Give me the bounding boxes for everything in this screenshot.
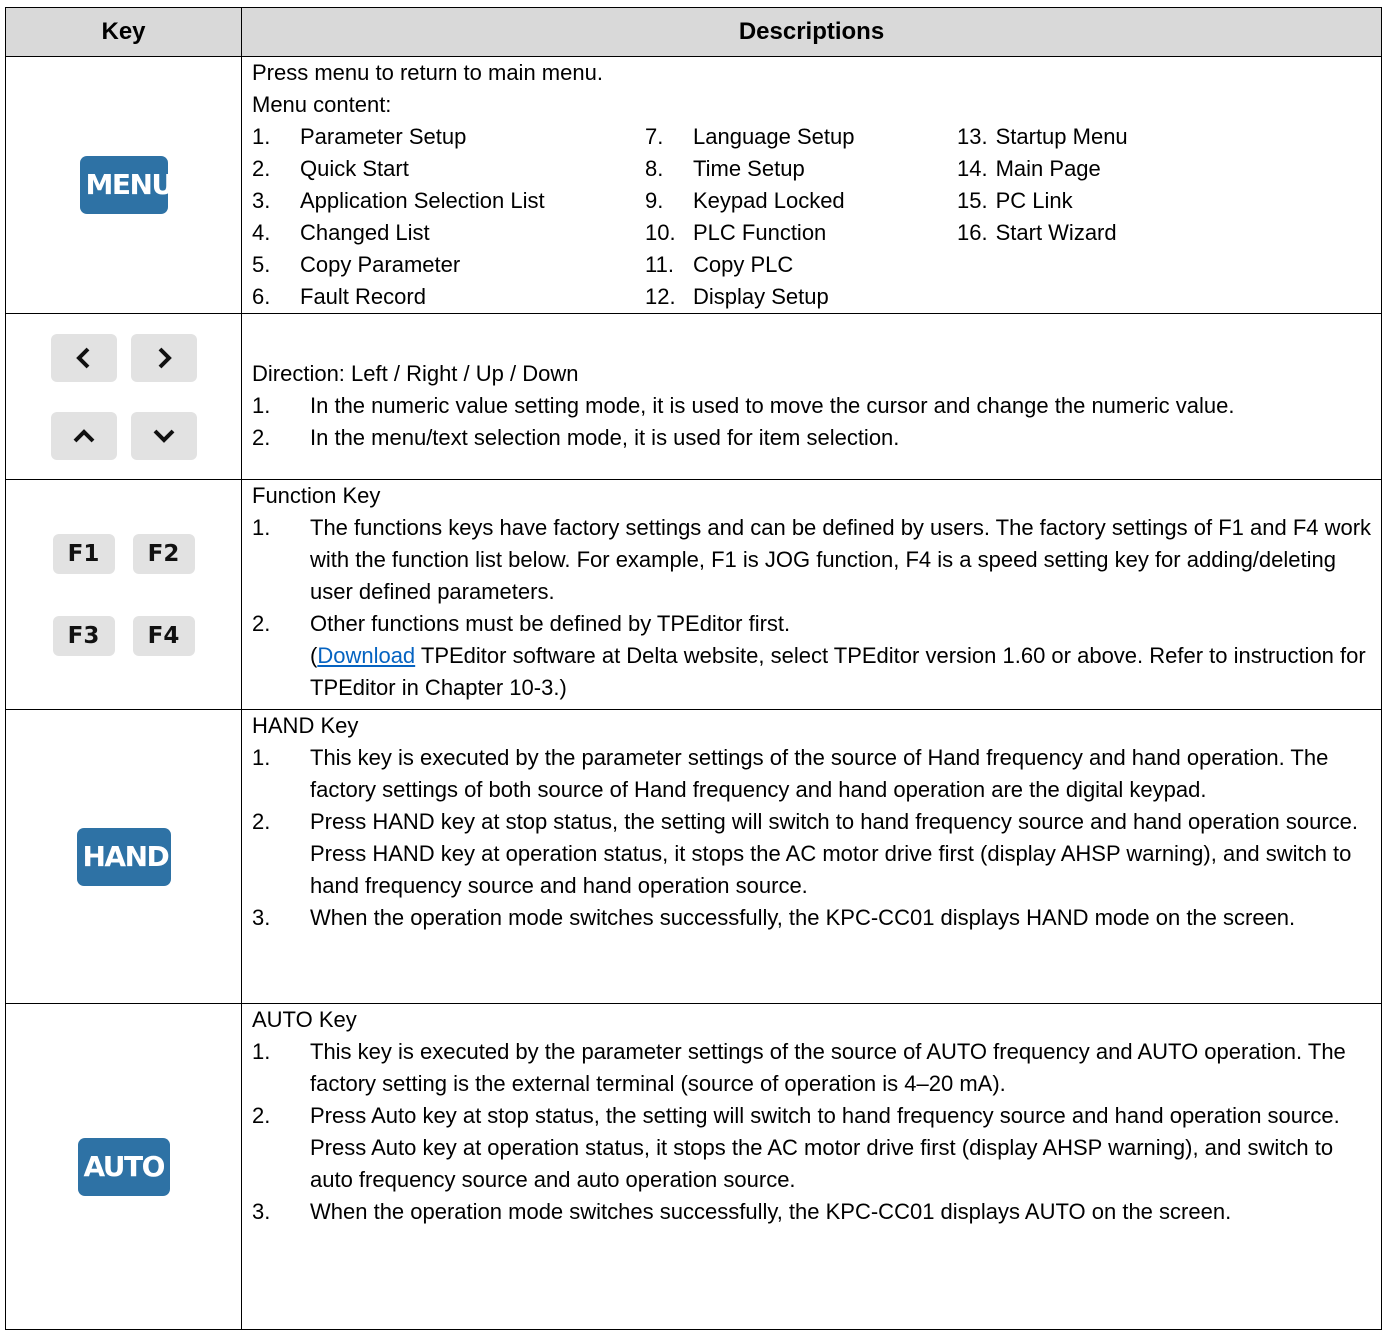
hand-key: HAND [76,827,171,886]
list-item: 13. Startup Menu [957,124,1128,149]
menu-content-list: 1. Parameter Setup 2. Quick Start 3. Applic… [252,121,1373,313]
function-keys: F1 F2 F3 F4 [6,533,241,656]
key-cell-function: F1 F2 F3 F4 [5,479,242,710]
list-item: 2. In the menu/text selection mode, it is… [252,425,900,450]
direction-keys [6,333,241,460]
down-arrow-key-icon [130,411,197,460]
list-item: 2. Press Auto key at stop status, the set… [252,1103,1340,1192]
list-item: 2. Quick Start [252,156,409,181]
menu-content-label: Menu content: [252,92,392,117]
list-item: 7. Language Setup [645,124,855,149]
f3-key: F3 [52,615,115,656]
list-item: 3. When the operation mode switches succe… [252,1199,1232,1224]
desc-cell-direction: Direction: Left / Right / Up / Down 1. In… [241,313,1382,480]
list-item: 16. Start Wizard [957,220,1117,245]
download-link[interactable]: Download [317,643,415,668]
list-item: 1. This key is executed by the parameter … [252,1039,1346,1096]
left-arrow-key-icon [50,333,117,382]
list-item: 15. PC Link [957,188,1073,213]
desc-cell-menu: Press menu to return to main menu. Menu … [241,56,1382,314]
list-item: 10. PLC Function [645,220,827,245]
function-title: Function Key [252,483,381,508]
list-item: 9. Keypad Locked [645,188,845,213]
key-cell-auto: AUTO [5,1003,242,1330]
table-row-direction: Direction: Left / Right / Up / Down 1. In… [5,313,1382,480]
key-cell-direction [5,313,242,480]
f2-key: F2 [132,533,195,574]
list-item: 12. Display Setup [645,284,829,309]
f1-key: F1 [52,533,115,574]
table-row-auto: AUTO AUTO Key 1. This key is executed by … [5,1003,1382,1330]
list-item: 3. When the operation mode switches succe… [252,905,1296,930]
list-item: 1. In the numeric value setting mode, it … [252,393,1235,418]
table-header-row: Key Descriptions [5,7,1382,57]
hand-title: HAND Key [252,713,359,738]
list-item: 3. Application Selection List [252,188,545,213]
menu-key: MENU [79,156,174,214]
key-cell-hand: HAND [5,709,242,1004]
keypad-keys-table: Key Descriptions MENU Press menu to retu… [5,7,1382,1330]
desc-cell-hand: HAND Key 1. This key is executed by the p… [241,709,1382,1004]
direction-title: Direction: Left / Right / Up / Down [252,361,579,386]
up-arrow-key-icon [50,411,117,460]
header-descriptions: Descriptions [241,7,1382,57]
table-row-function: F1 F2 F3 F4 Function Key 1. The functions… [5,479,1382,710]
desc-cell-auto: AUTO Key 1. This key is executed by the p… [241,1003,1382,1330]
list-item: 6. Fault Record [252,284,426,309]
header-key: Key [5,7,242,57]
list-item: 5. Copy Parameter [252,252,461,277]
auto-title: AUTO Key [252,1007,357,1032]
list-item: 8. Time Setup [645,156,805,181]
list-item: 2. Other functions must be defined by TP… [252,611,1366,700]
list-item: 4. Changed List [252,220,430,245]
menu-column-2: 7. Language Setup 8. Time Setup 9. Keypad L… [645,121,957,313]
menu-column-1: 1. Parameter Setup 2. Quick Start 3. Applic… [252,121,645,313]
f4-key: F4 [132,615,195,656]
table-row-hand: HAND HAND Key 1. This key is executed by … [5,709,1382,1004]
list-item: 1. Parameter Setup [252,124,467,149]
menu-intro: Press menu to return to main menu. [252,60,603,85]
list-item: 11. Copy PLC [645,252,794,277]
desc-cell-function: Function Key 1. The functions keys have f… [241,479,1382,710]
table-row-menu: MENU Press menu to return to main menu. … [5,56,1382,314]
list-item: 1. The functions keys have factory settin… [252,515,1372,604]
list-item: 2. Press HAND key at stop status, the set… [252,809,1358,898]
auto-key: AUTO [77,1137,170,1196]
list-item: 14. Main Page [957,156,1101,181]
menu-column-3: 13. Startup Menu 14. Main Page 15. PC Link … [957,121,1128,313]
key-cell-menu: MENU [5,56,242,314]
list-item: 1. This key is executed by the parameter … [252,745,1329,802]
right-arrow-key-icon [130,333,197,382]
